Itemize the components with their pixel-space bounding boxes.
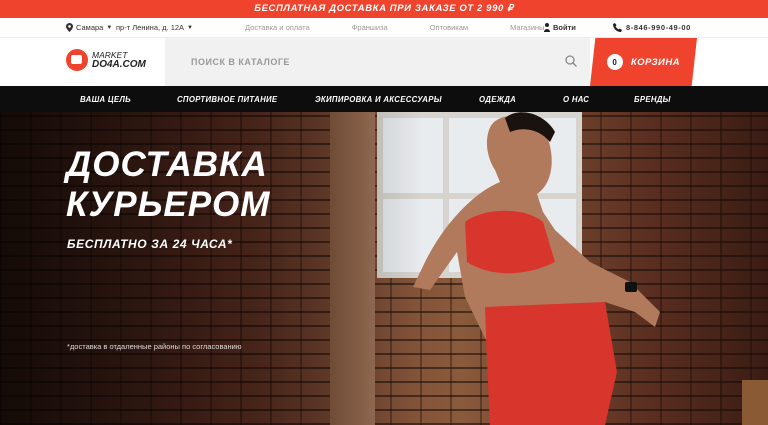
logo[interactable]: MARKET DO4A.COM	[66, 49, 146, 71]
phone-icon	[613, 23, 622, 32]
chevron-down-icon: ▼	[187, 24, 193, 31]
city-label: Самара	[76, 23, 104, 32]
cart-label: КОРЗИНА	[630, 56, 681, 68]
hero-title-line1: ДОСТАВКА	[66, 145, 268, 184]
location-pin-icon	[66, 23, 73, 32]
top-links: Доставка и оплата Франшиза Оптовикам Маг…	[245, 23, 586, 32]
phone-label: 8-846-990-49-00	[626, 23, 691, 32]
nav-item-sport-nutrition[interactable]: СПОРТИВНОЕ ПИТАНИЕ	[177, 95, 277, 104]
link-stores[interactable]: Магазины	[510, 23, 544, 32]
nav-item-brands[interactable]: БРЕНДЫ	[634, 95, 671, 104]
logo-mark-icon	[66, 49, 88, 71]
logo-text: MARKET DO4A.COM	[92, 50, 146, 70]
login-link[interactable]: Войти	[544, 23, 576, 32]
nav-item-equipment[interactable]: ЭКИПИРОВКА И АКСЕССУАРЫ	[315, 95, 442, 104]
phone-link[interactable]: 8-846-990-49-00	[613, 23, 691, 32]
hero-title-line2: КУРЬЕРОМ	[66, 185, 271, 224]
promo-banner: БЕСПЛАТНАЯ ДОСТАВКА ПРИ ЗАКАЗЕ ОТ 2 990 …	[0, 0, 768, 18]
header: MARKET DO4A.COM 0 КОРЗИНА	[0, 38, 768, 86]
hero-footnote: *доставка в отдаленные районы по согласо…	[67, 342, 242, 351]
nav-item-clothing[interactable]: ОДЕЖДА	[479, 95, 516, 104]
search-icon[interactable]	[565, 55, 577, 67]
link-delivery[interactable]: Доставка и оплата	[245, 23, 310, 32]
nav-item-goal[interactable]: ВАША ЦЕЛЬ	[80, 95, 131, 104]
hero-subtitle: БЕСПЛАТНО ЗА 24 ЧАСА*	[67, 237, 233, 251]
logo-line2: DO4A.COM	[92, 59, 146, 70]
login-label: Войти	[553, 23, 576, 32]
link-wholesale[interactable]: Оптовикам	[430, 23, 468, 32]
hero-title: ДОСТАВКА КУРЬЕРОМ	[66, 145, 270, 225]
main-nav: ВАША ЦЕЛЬ СПОРТИВНОЕ ПИТАНИЕ ЭКИПИРОВКА …	[0, 86, 768, 112]
address-selector[interactable]: пр-т Ленина, д. 12А ▼	[116, 23, 193, 32]
search-bar	[165, 38, 590, 86]
city-selector[interactable]: Самара ▼	[66, 23, 112, 32]
cart-count-badge: 0	[606, 54, 623, 70]
link-franchise[interactable]: Франшиза	[352, 23, 388, 32]
cart-button[interactable]: 0 КОРЗИНА	[590, 38, 697, 86]
chevron-down-icon: ▼	[106, 24, 113, 31]
address-label: пр-т Ленина, д. 12А	[116, 23, 185, 32]
top-bar: Самара ▼ пр-т Ленина, д. 12А ▼ Доставка …	[0, 18, 768, 38]
nav-item-about[interactable]: О НАС	[563, 95, 589, 104]
hero-banner[interactable]: ДОСТАВКА КУРЬЕРОМ БЕСПЛАТНО ЗА 24 ЧАСА* …	[0, 112, 768, 425]
user-icon	[544, 23, 550, 32]
search-input[interactable]	[165, 38, 545, 86]
